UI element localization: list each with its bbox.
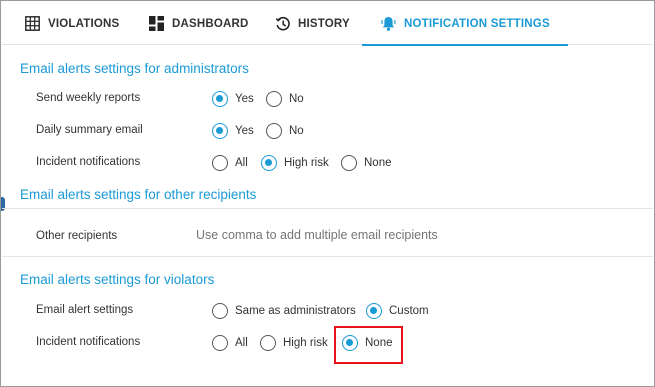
violators-incident-high-risk-radio[interactable]: High risk	[260, 335, 328, 351]
weekly-reports-yes-radio[interactable]: Yes	[212, 91, 254, 107]
violators-incident-label: Incident notifications	[36, 336, 141, 348]
radio-selected-icon	[366, 303, 382, 319]
daily-summary-label: Daily summary email	[36, 124, 143, 136]
radio-unselected-icon	[212, 303, 228, 319]
tab-notification-settings[interactable]: NOTIFICATION SETTINGS	[362, 2, 568, 46]
section-title-other-recipients: Email alerts settings for other recipien…	[20, 187, 257, 202]
option-label: Custom	[389, 305, 429, 317]
radio-selected-icon	[212, 123, 228, 139]
tab-bar: VIOLATIONS DASHBOARD HISTORY NOTIFICATIO…	[2, 2, 653, 46]
tab-dashboard-label: DASHBOARD	[172, 17, 249, 30]
option-label: None	[364, 157, 392, 169]
section-divider	[2, 208, 653, 209]
violators-incident-all-radio[interactable]: All	[212, 335, 248, 351]
option-label: All	[235, 337, 248, 349]
dashboard-icon	[148, 15, 165, 32]
tab-history[interactable]: HISTORY	[274, 2, 350, 45]
radio-unselected-icon	[266, 123, 282, 139]
settings-content: Email alerts settings for administrators…	[2, 46, 653, 385]
violators-alert-label: Email alert settings	[36, 304, 134, 316]
daily-summary-yes-radio[interactable]: Yes	[212, 123, 254, 139]
radio-unselected-icon	[260, 335, 276, 351]
tab-history-label: HISTORY	[298, 17, 350, 30]
notification-settings-panel: VIOLATIONS DASHBOARD HISTORY NOTIFICATIO…	[0, 0, 655, 387]
admin-incident-none-radio[interactable]: None	[341, 155, 392, 171]
input-underline	[2, 256, 653, 257]
radio-selected-icon	[261, 155, 277, 171]
admin-incident-high-risk-radio[interactable]: High risk	[261, 155, 329, 171]
weekly-reports-label: Send weekly reports	[36, 92, 141, 104]
history-icon	[274, 15, 291, 32]
admin-incident-all-radio[interactable]: All	[212, 155, 248, 171]
bell-icon	[380, 15, 397, 32]
other-recipients-input[interactable]	[196, 228, 616, 242]
option-label: No	[289, 125, 304, 137]
radio-unselected-icon	[341, 155, 357, 171]
tab-violations-label: VIOLATIONS	[48, 17, 120, 30]
tab-notification-settings-label: NOTIFICATION SETTINGS	[404, 17, 550, 30]
weekly-reports-no-radio[interactable]: No	[266, 91, 304, 107]
grid-icon	[24, 15, 41, 32]
section-title-administrators: Email alerts settings for administrators	[20, 61, 249, 76]
option-label: Yes	[235, 93, 254, 105]
radio-selected-icon	[212, 91, 228, 107]
option-label: Yes	[235, 125, 254, 137]
alert-custom-radio[interactable]: Custom	[366, 303, 429, 319]
admin-incident-label: Incident notifications	[36, 156, 141, 168]
option-label: No	[289, 93, 304, 105]
tab-dashboard[interactable]: DASHBOARD	[148, 2, 249, 45]
option-label: High risk	[284, 157, 329, 169]
alert-same-as-admins-radio[interactable]: Same as administrators	[212, 303, 356, 319]
radio-unselected-icon	[212, 335, 228, 351]
daily-summary-no-radio[interactable]: No	[266, 123, 304, 139]
tab-violations[interactable]: VIOLATIONS	[24, 2, 119, 45]
radio-unselected-icon	[212, 155, 228, 171]
section-title-violators: Email alerts settings for violators	[20, 272, 215, 287]
option-label: High risk	[283, 337, 328, 349]
option-label: All	[235, 157, 248, 169]
highlight-box	[334, 326, 403, 364]
option-label: Same as administrators	[235, 305, 356, 317]
radio-unselected-icon	[266, 91, 282, 107]
other-recipients-label: Other recipients	[36, 230, 118, 242]
